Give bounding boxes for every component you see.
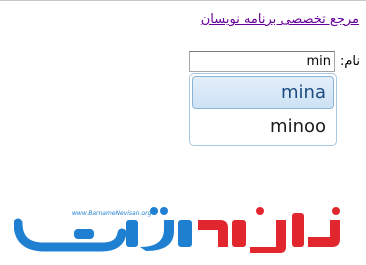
page: مرجع تخصصی برنامه نویسان نام: mina minoo… [0,0,366,265]
name-input[interactable] [189,51,335,72]
site-home-link[interactable]: مرجع تخصصی برنامه نویسان [201,11,359,28]
autocomplete-list: mina minoo [189,73,337,146]
barnamenevisan-logo: www.BarnameNevisan.org [14,207,340,253]
autocomplete-item-mina[interactable]: mina [192,76,334,109]
top-divider [0,0,366,1]
autocomplete-item-minoo[interactable]: minoo [192,110,334,143]
logo-url-text: www.BarnameNevisan.org [72,210,152,217]
name-label: نام: [340,54,361,69]
